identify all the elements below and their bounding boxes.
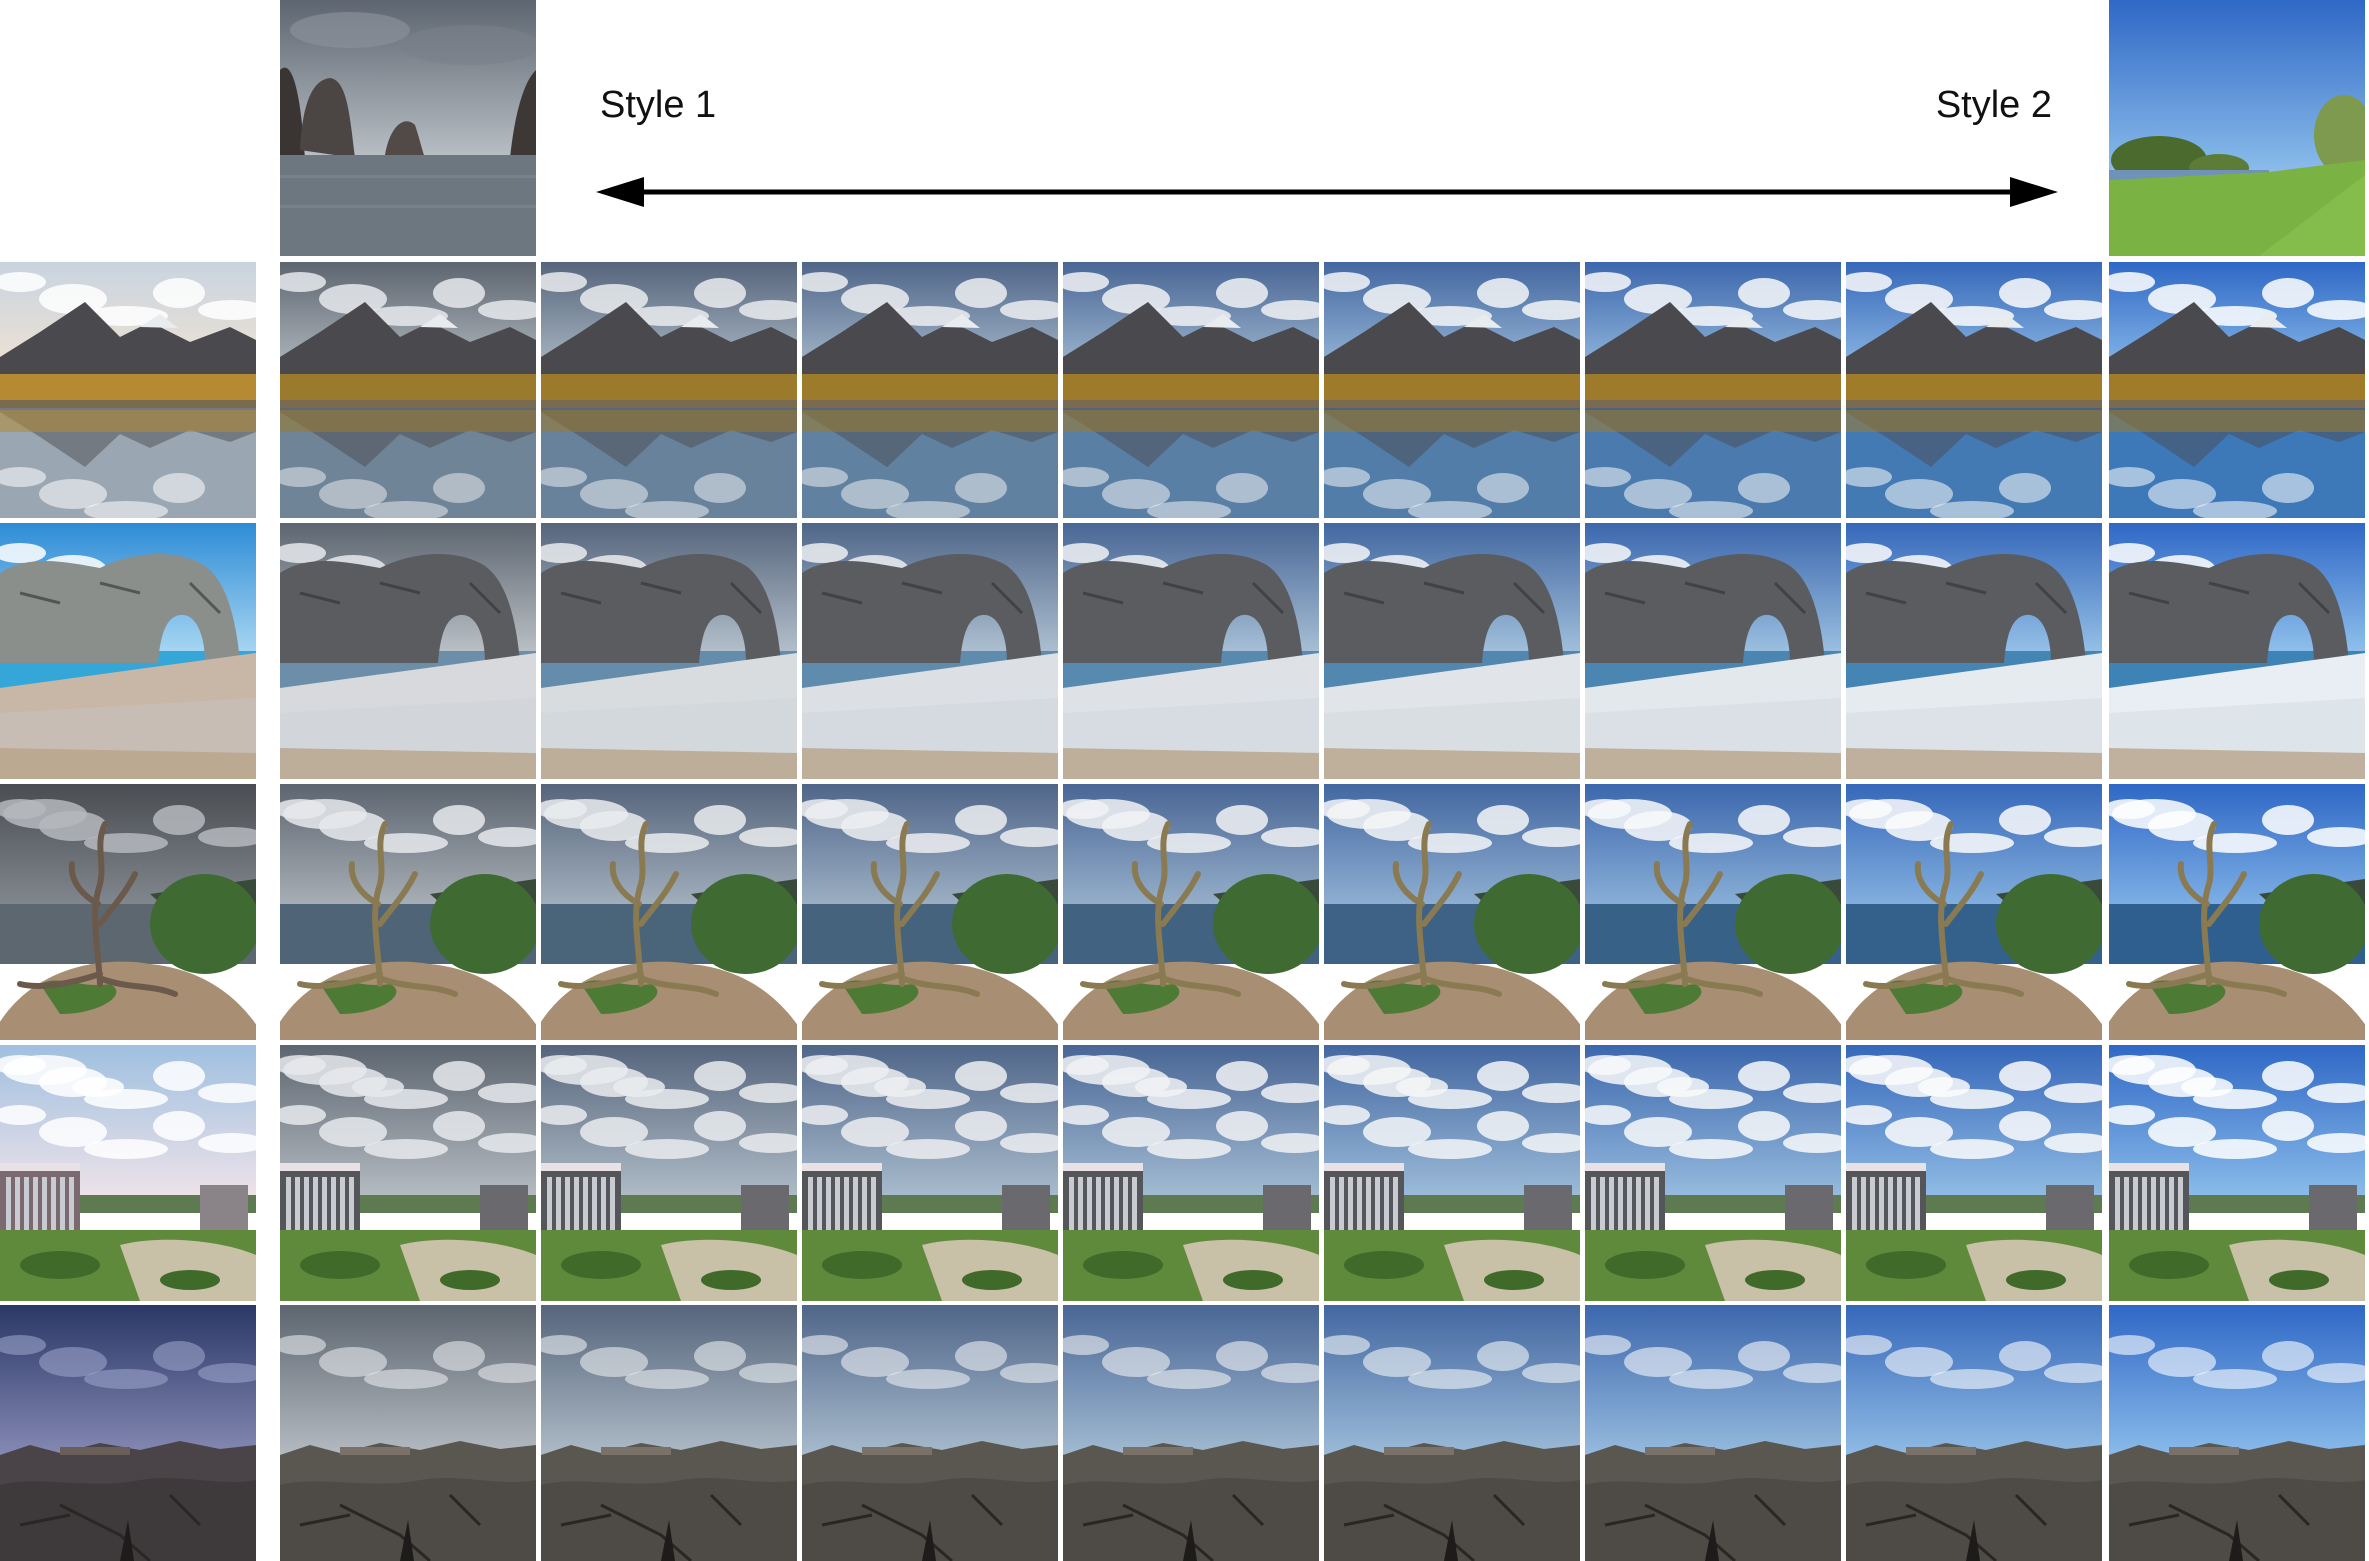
style-2-label: Style 2 bbox=[1935, 84, 2052, 126]
stylized-output-dead-tree-step-2 bbox=[541, 784, 797, 1040]
stylized-output-rock-arch-step-2 bbox=[541, 523, 797, 779]
stylized-output-dead-tree-step-7 bbox=[1846, 784, 2102, 1040]
stylized-output-rock-arch-step-4 bbox=[1063, 523, 1319, 779]
arrow-head-left bbox=[596, 177, 644, 207]
stylized-output-rocky-desert-step-6 bbox=[1585, 1305, 1841, 1561]
content-image-building bbox=[0, 1045, 256, 1301]
stylized-output-dead-tree-step-4 bbox=[1063, 784, 1319, 1040]
stylized-output-rock-arch-step-3 bbox=[802, 523, 1058, 779]
stylized-output-rocky-desert-step-5 bbox=[1324, 1305, 1580, 1561]
stylized-output-rocky-desert-step-3 bbox=[802, 1305, 1058, 1561]
content-image-rock-arch bbox=[0, 523, 256, 779]
content-image-dead-tree bbox=[0, 784, 256, 1040]
stylized-output-dead-tree-step-8 bbox=[2109, 784, 2365, 1040]
stylized-output-rock-arch-step-6 bbox=[1585, 523, 1841, 779]
stylized-output-rock-arch-step-5 bbox=[1324, 523, 1580, 779]
stylized-output-dead-tree-step-6 bbox=[1585, 784, 1841, 1040]
stylized-output-mountain-lake-step-2 bbox=[541, 262, 797, 518]
stylized-output-building-step-7 bbox=[1846, 1045, 2102, 1301]
stylized-output-rocky-desert-step-4 bbox=[1063, 1305, 1319, 1561]
content-image-mountain-lake bbox=[0, 262, 256, 518]
stylized-output-mountain-lake-step-4 bbox=[1063, 262, 1319, 518]
stylized-output-mountain-lake-step-8 bbox=[2109, 262, 2365, 518]
stylized-output-building-step-2 bbox=[541, 1045, 797, 1301]
stylized-output-building-step-1 bbox=[280, 1045, 536, 1301]
content-image-rocky-desert bbox=[0, 1305, 256, 1561]
stylized-output-dead-tree-step-3 bbox=[802, 784, 1058, 1040]
stylized-output-building-step-3 bbox=[802, 1045, 1058, 1301]
stylized-output-building-step-5 bbox=[1324, 1045, 1580, 1301]
stylized-output-mountain-lake-step-1 bbox=[280, 262, 536, 518]
style-1-reference-image bbox=[280, 0, 536, 256]
stylized-output-building-step-4 bbox=[1063, 1045, 1319, 1301]
stylized-output-mountain-lake-step-3 bbox=[802, 262, 1058, 518]
interpolation-arrow bbox=[596, 177, 2058, 207]
style-2-reference-image bbox=[2109, 0, 2365, 256]
stylized-output-rocky-desert-step-7 bbox=[1846, 1305, 2102, 1561]
stylized-output-building-step-8 bbox=[2109, 1045, 2365, 1301]
stylized-output-mountain-lake-step-5 bbox=[1324, 262, 1580, 518]
arrow-head-right bbox=[2010, 177, 2058, 207]
stylized-output-rock-arch-step-8 bbox=[2109, 523, 2365, 779]
stylized-output-mountain-lake-step-6 bbox=[1585, 262, 1841, 518]
style-1-label: Style 1 bbox=[600, 84, 717, 126]
stylized-output-rocky-desert-step-8 bbox=[2109, 1305, 2365, 1561]
stylized-output-rocky-desert-step-2 bbox=[541, 1305, 797, 1561]
stylized-output-rock-arch-step-7 bbox=[1846, 523, 2102, 779]
stylized-output-building-step-6 bbox=[1585, 1045, 1841, 1301]
stylized-output-mountain-lake-step-7 bbox=[1846, 262, 2102, 518]
stylized-output-rocky-desert-step-1 bbox=[280, 1305, 536, 1561]
stylized-output-dead-tree-step-1 bbox=[280, 784, 536, 1040]
stylized-output-dead-tree-step-5 bbox=[1324, 784, 1580, 1040]
stylized-output-rock-arch-step-1 bbox=[280, 523, 536, 779]
